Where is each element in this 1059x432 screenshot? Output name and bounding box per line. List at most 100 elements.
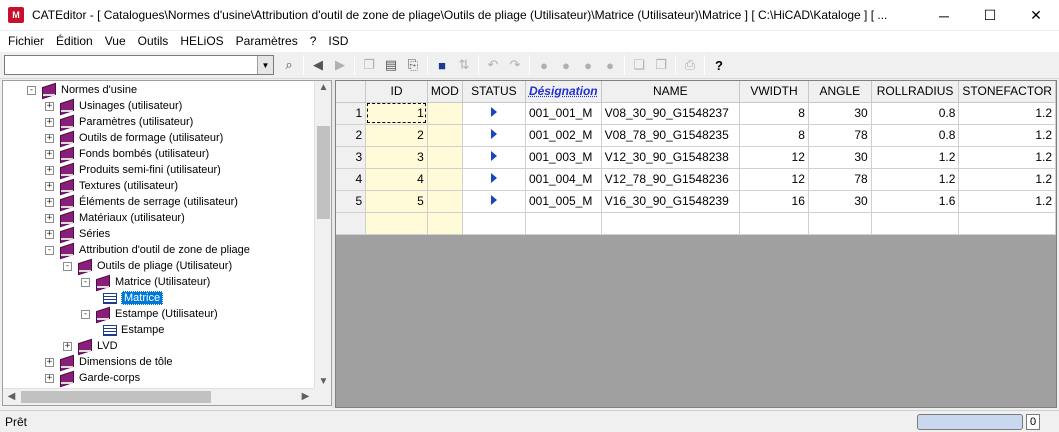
table-row[interactable]: 2 2 001_002_M V08_78_90_G1548235 8 78 0.8 1.2 — [336, 124, 1056, 147]
cell-vwidth[interactable]: 8 — [739, 102, 809, 125]
empty-cell[interactable] — [462, 212, 526, 235]
cell-des[interactable]: 001_004_M — [525, 168, 602, 191]
cell-des[interactable]: 001_001_M — [525, 102, 602, 125]
cell-stonefactor[interactable]: 1.2 — [958, 146, 1056, 169]
tree-item[interactable]: + Outils de formage (utilisateur) — [45, 130, 223, 146]
empty-cell[interactable] — [739, 212, 809, 235]
expand-icon[interactable]: + — [63, 341, 72, 351]
empty-cell[interactable] — [871, 212, 960, 235]
column-header[interactable]: VWIDTH — [739, 81, 809, 103]
cell-vwidth[interactable]: 12 — [739, 168, 809, 191]
cell-angle[interactable]: 78 — [808, 168, 872, 191]
cell-mod[interactable] — [427, 190, 463, 213]
expand-icon[interactable]: + — [45, 357, 54, 367]
tree-item[interactable]: + Éléments de serrage (utilisateur) — [45, 194, 238, 210]
status-cell[interactable] — [462, 168, 526, 191]
paste-row-icon[interactable]: ❐ — [650, 54, 672, 76]
menu-item-1[interactable]: Édition — [50, 34, 99, 48]
status-cell[interactable] — [462, 124, 526, 147]
menu-item-3[interactable]: Outils — [132, 34, 175, 48]
tree-item[interactable]: + LVD — [63, 338, 118, 354]
empty-cell[interactable] — [601, 212, 741, 235]
row-header[interactable]: 1 — [336, 102, 367, 125]
empty-cell[interactable] — [525, 212, 602, 235]
scroll-right-icon[interactable]: ▶ — [297, 391, 314, 402]
redo-icon[interactable]: ↷ — [504, 54, 526, 76]
tree-item[interactable]: + Garde-corps — [45, 370, 140, 386]
column-header[interactable]: ID — [365, 81, 428, 103]
table-row[interactable]: 3 3 001_003_M V12_30_90_G1548238 12 30 1.2 1.2 — [336, 146, 1056, 169]
sort-icon[interactable]: ⇅ — [453, 54, 475, 76]
scroll-thumb[interactable] — [21, 391, 211, 403]
cell-des[interactable]: 001_005_M — [525, 190, 602, 213]
tree-item[interactable]: - Normes d'usine — [27, 82, 137, 98]
tree-item[interactable]: + Dimensions de tôle — [45, 354, 173, 370]
cell-vwidth[interactable]: 8 — [739, 124, 809, 147]
cell-id[interactable]: 3 — [365, 146, 428, 169]
tree-item[interactable]: Estampe — [103, 322, 164, 338]
tree-item[interactable]: + Textures (utilisateur) — [45, 178, 178, 194]
table-row[interactable]: 5 5 001_005_M V16_30_90_G1548239 16 30 1.6 1.2 — [336, 190, 1056, 213]
empty-cell[interactable] — [427, 212, 463, 235]
back-icon[interactable]: ◀ — [307, 54, 329, 76]
cell-angle[interactable]: 78 — [808, 124, 872, 147]
delete-row-icon[interactable]: ● — [599, 54, 621, 76]
row-header[interactable]: 4 — [336, 168, 367, 191]
scroll-up-icon[interactable]: ▲ — [315, 82, 331, 93]
expand-icon[interactable]: + — [45, 149, 54, 159]
collapse-icon[interactable]: - — [81, 277, 90, 287]
expand-icon[interactable]: + — [45, 165, 54, 175]
undo-icon[interactable]: ↶ — [482, 54, 504, 76]
table-row[interactable]: 1 1 001_001_M V08_30_90_G1548237 8 30 0.8 1.2 — [336, 102, 1056, 125]
help-icon[interactable]: ? — [708, 54, 730, 76]
cell-mod[interactable] — [427, 146, 463, 169]
status-cell[interactable] — [462, 190, 526, 213]
menu-item-4[interactable]: HELiOS — [174, 34, 229, 48]
cell-name[interactable]: V08_78_90_G1548235 — [601, 124, 741, 147]
cell-angle[interactable]: 30 — [808, 102, 872, 125]
close-button[interactable]: ✕ — [1013, 0, 1059, 31]
save-icon[interactable]: ■ — [431, 54, 453, 76]
cell-angle[interactable]: 30 — [808, 146, 872, 169]
status-cell[interactable] — [462, 146, 526, 169]
tree-horizontal-scrollbar[interactable]: ◀ ▶ — [3, 388, 314, 405]
chevron-down-icon[interactable]: ▼ — [257, 56, 273, 74]
expand-icon[interactable]: + — [45, 213, 54, 223]
cell-name[interactable]: V08_30_90_G1548237 — [601, 102, 741, 125]
column-header[interactable]: Désignation — [525, 81, 602, 103]
tree-item[interactable]: + Matériaux (utilisateur) — [45, 210, 185, 226]
cell-vwidth[interactable]: 12 — [739, 146, 809, 169]
copy-row-icon[interactable]: ❏ — [628, 54, 650, 76]
minimize-button[interactable]: ─ — [921, 0, 967, 31]
cell-mod[interactable] — [427, 124, 463, 147]
cell-mod[interactable] — [427, 168, 463, 191]
cell-rollradius[interactable]: 0.8 — [871, 102, 960, 125]
cell-name[interactable]: V12_78_90_G1548236 — [601, 168, 741, 191]
menu-item-7[interactable]: ISD — [322, 34, 354, 48]
cell-rollradius[interactable]: 1.2 — [871, 146, 960, 169]
cell-stonefactor[interactable]: 1.2 — [958, 190, 1056, 213]
page-icon[interactable]: ▤ — [380, 54, 402, 76]
empty-cell[interactable] — [365, 212, 428, 235]
expand-icon[interactable]: + — [45, 373, 54, 383]
expand-icon[interactable]: + — [45, 117, 54, 127]
column-header[interactable]: MOD — [427, 81, 463, 103]
binoculars-icon[interactable]: ⌕ — [278, 54, 300, 76]
new-page-icon[interactable]: ⎘ — [402, 54, 424, 76]
table-row[interactable]: 4 4 001_004_M V12_78_90_G1548236 12 78 1.2 1.2 — [336, 168, 1056, 191]
tree-item[interactable]: + Produits semi-fini (utilisateur) — [45, 162, 221, 178]
tree-item[interactable]: - Attribution d'outil de zone de pliage — [45, 242, 250, 258]
cell-stonefactor[interactable]: 1.2 — [958, 168, 1056, 191]
tree-item[interactable]: - Estampe (Utilisateur) — [81, 306, 218, 322]
scroll-down-icon[interactable]: ▼ — [315, 376, 331, 387]
tree-item[interactable]: - Outils de pliage (Utilisateur) — [63, 258, 232, 274]
cell-stonefactor[interactable]: 1.2 — [958, 102, 1056, 125]
menu-item-5[interactable]: Paramètres — [230, 34, 304, 48]
column-header[interactable]: STATUS — [462, 81, 526, 103]
column-header[interactable]: NAME — [601, 81, 741, 103]
row-header-corner[interactable] — [336, 81, 367, 103]
collapse-icon[interactable]: - — [81, 309, 90, 319]
empty-cell[interactable] — [958, 212, 1056, 235]
expand-icon[interactable]: + — [45, 197, 54, 207]
cell-mod[interactable] — [427, 102, 463, 125]
